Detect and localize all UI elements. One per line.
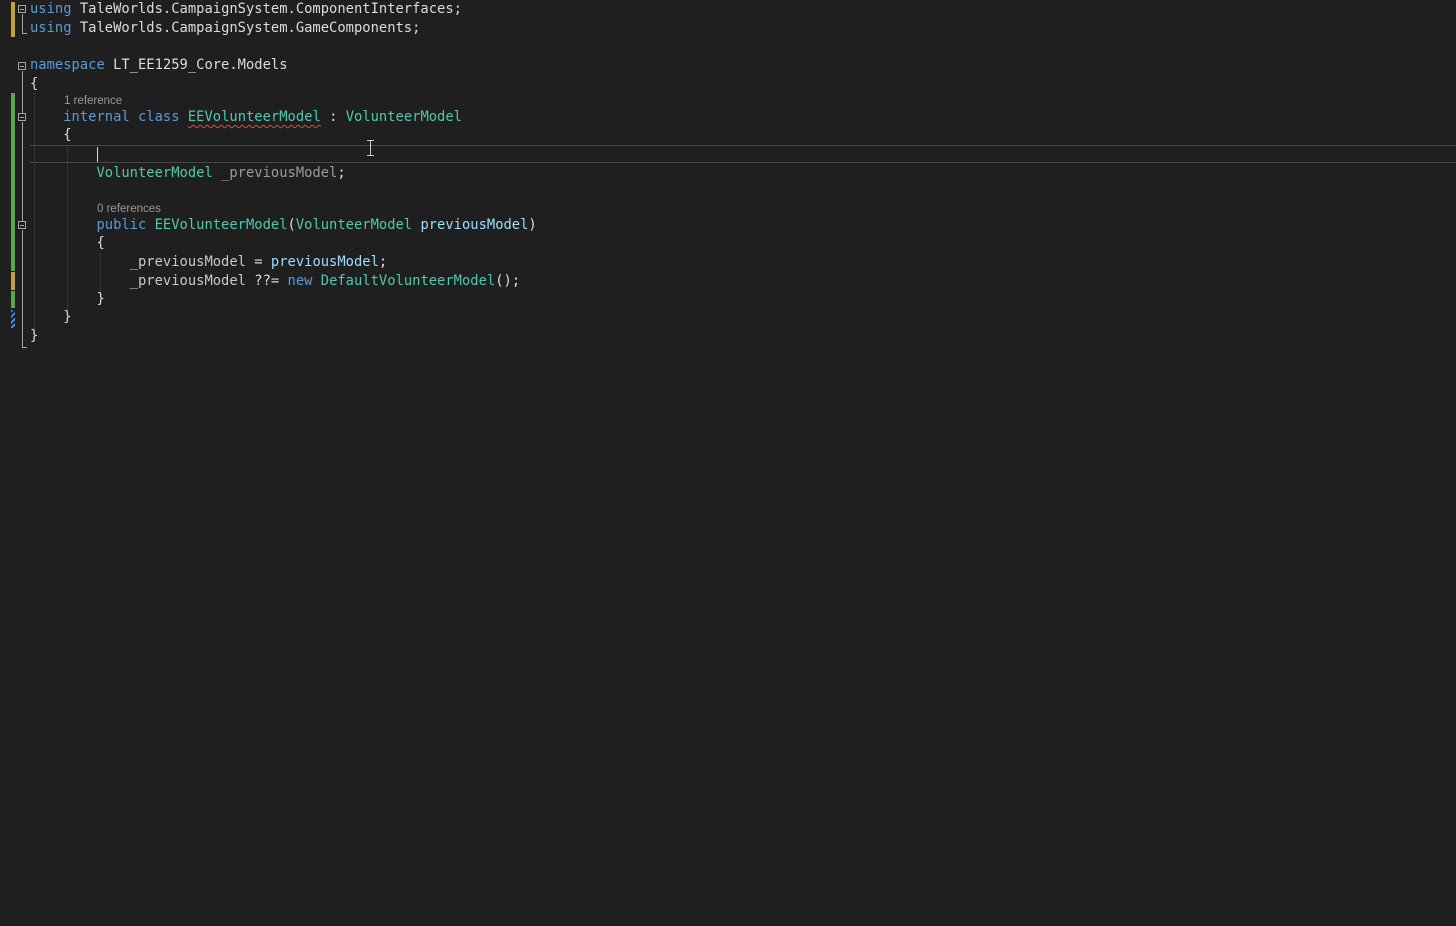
- outline-line: [22, 14, 23, 33]
- parameter-name[interactable]: previousModel: [420, 217, 528, 233]
- outline-line: [22, 71, 23, 113]
- code-line-class-declaration[interactable]: internal class EEVolunteerModel : Volunt…: [30, 108, 462, 127]
- collapse-class-icon[interactable]: [18, 113, 26, 121]
- assign-operator: =: [245, 254, 271, 270]
- field-name[interactable]: _previousModel: [221, 165, 337, 181]
- class-reference-codelens[interactable]: 1 reference: [64, 95, 122, 108]
- open-paren: (: [287, 217, 296, 233]
- code-line-using[interactable]: using TaleWorlds.CampaignSystem.GameComp…: [30, 19, 420, 38]
- close-paren: ): [528, 217, 537, 233]
- semicolon: ;: [378, 254, 388, 270]
- code-line-namespace[interactable]: namespace LT_EE1259_Core.Models: [30, 56, 288, 75]
- unsaved-change-marker: [11, 272, 15, 290]
- parameter-type[interactable]: VolunteerModel: [296, 217, 412, 233]
- unsaved-change-marker: [11, 2, 15, 37]
- keyword-class: class: [138, 109, 180, 125]
- current-line-highlight: [30, 145, 1456, 163]
- keyword-namespace: namespace: [30, 57, 105, 73]
- keyword-using: using: [30, 20, 72, 36]
- reverted-change-marker: [11, 310, 15, 328]
- collapse-usings-icon[interactable]: [18, 5, 26, 13]
- parameter-reference[interactable]: previousModel: [271, 254, 379, 270]
- namespace-name: LT_EE1259_Core.Models: [104, 57, 288, 73]
- field-reference[interactable]: _previousModel: [130, 273, 246, 289]
- close-brace: }: [30, 328, 39, 344]
- code-editor[interactable]: using TaleWorlds.CampaignSystem.Componen…: [0, 0, 1456, 926]
- text-caret: [97, 147, 98, 162]
- code-line-field[interactable]: VolunteerModel _previousModel;: [30, 164, 346, 183]
- editor-gutter: [0, 0, 30, 926]
- saved-change-marker: [11, 93, 15, 271]
- code-line-namespace-close[interactable]: }: [30, 327, 38, 346]
- code-line-null-coalescing-assignment[interactable]: _previousModel ??= new DefaultVolunteerM…: [30, 272, 520, 291]
- inheritance-colon: :: [320, 109, 346, 125]
- ibeam-cursor-icon: [366, 139, 376, 156]
- field-reference[interactable]: _previousModel: [130, 254, 246, 270]
- using-namespace: TaleWorlds.CampaignSystem.ComponentInter…: [71, 1, 462, 17]
- keyword-public: public: [96, 217, 147, 233]
- saved-change-marker: [11, 291, 15, 308]
- field-type[interactable]: VolunteerModel: [96, 165, 212, 181]
- outline-end: [22, 347, 27, 348]
- open-brace: {: [96, 235, 105, 251]
- close-brace: }: [63, 309, 72, 325]
- open-brace: {: [63, 127, 72, 143]
- class-name-with-error[interactable]: EEVolunteerModel: [188, 109, 321, 125]
- constructor-name[interactable]: EEVolunteerModel: [155, 217, 288, 233]
- default-model-type[interactable]: DefaultVolunteerModel: [321, 273, 495, 289]
- code-line-class-close[interactable]: }: [30, 308, 72, 327]
- collapse-constructor-icon[interactable]: [18, 221, 26, 229]
- code-line-assignment[interactable]: _previousModel = previousModel;: [30, 253, 388, 272]
- code-line-constructor-close[interactable]: }: [30, 290, 105, 309]
- close-brace: }: [96, 291, 105, 307]
- null-coalescing-operator: ??=: [245, 273, 288, 289]
- outline-line: [22, 230, 23, 347]
- base-class-name[interactable]: VolunteerModel: [346, 109, 462, 125]
- outline-line: [22, 122, 23, 221]
- keyword-new: new: [287, 273, 313, 289]
- code-line-constructor[interactable]: public EEVolunteerModel(VolunteerModel p…: [30, 216, 537, 235]
- open-brace: {: [30, 76, 39, 92]
- code-line-namespace-open[interactable]: {: [30, 75, 38, 94]
- keyword-internal: internal: [63, 109, 130, 125]
- constructor-reference-codelens[interactable]: 0 references: [97, 203, 161, 216]
- keyword-using: using: [30, 1, 72, 17]
- code-line-using[interactable]: using TaleWorlds.CampaignSystem.Componen…: [30, 0, 462, 19]
- collapse-namespace-icon[interactable]: [18, 62, 26, 70]
- code-line-class-open[interactable]: {: [30, 126, 72, 145]
- semicolon: ;: [337, 165, 346, 181]
- code-line-constructor-open[interactable]: {: [30, 234, 105, 253]
- using-namespace: TaleWorlds.CampaignSystem.GameComponents…: [71, 20, 421, 36]
- call-parens: ();: [495, 273, 521, 289]
- outline-end: [22, 33, 27, 34]
